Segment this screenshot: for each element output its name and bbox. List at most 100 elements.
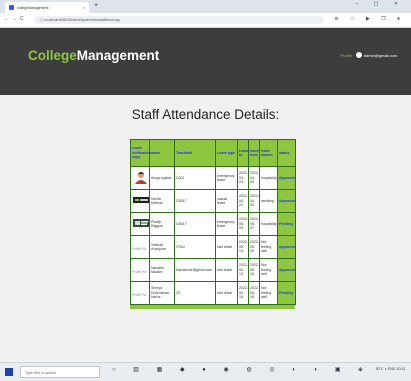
broken-image-icon[interactable]: ▫ Profile Pic: [132, 243, 148, 251]
leave-from-cell: 2022-04-30: [248, 189, 260, 213]
leave-to-cell: 2022-04-21: [237, 189, 249, 213]
leave-type-cell: emergency leave: [215, 212, 238, 236]
document-image[interactable]: [132, 193, 150, 208]
staff-attendance-table: Leave Verification copy name TeacherId L…: [130, 139, 296, 305]
broken-image-alt: Profile Pic: [132, 247, 147, 251]
tab-favicon-icon: [9, 5, 14, 10]
url-text: localhost:8080/StudentSystem/viewstaffle…: [44, 18, 121, 22]
header-teacher-id: TeacherId: [174, 139, 216, 167]
avatar-image[interactable]: [132, 170, 150, 185]
table-row: Pradip Rajguru CB017 emergency leave 202…: [130, 212, 296, 236]
brand-logo[interactable]: CollegeManagement: [28, 48, 159, 63]
leave-to-cell: 2022-05-15: [237, 281, 249, 305]
reload-icon[interactable]: C: [20, 16, 24, 22]
broken-image-icon[interactable]: ▫ Profile Pic: [132, 266, 148, 274]
teacher-id-cell: Namdevsir@gmail.com: [174, 258, 216, 282]
verification-cell: [130, 189, 150, 213]
header-name: name: [149, 139, 175, 167]
user-icon: [355, 52, 362, 58]
header-verification: Leave Verification copy: [130, 139, 151, 167]
browser-tab-strip: collegeManagement × + – ▢ ✕: [0, 0, 411, 13]
header-leave-to: Leave to: [237, 139, 249, 167]
os-taskbar: Type here to search ○ ▥ ▦ ◆ ● ◉ ◍ ◎ ◐ ◑ …: [0, 362, 411, 381]
header-leave-type: Leave type: [215, 139, 238, 167]
user-email: admin@gmail.com: [363, 52, 397, 58]
teacher-id-cell: CB017: [174, 189, 216, 213]
teacher-id-cell: 23: [174, 281, 216, 305]
page-title: Staff Attendance Details:: [131, 107, 280, 122]
broken-image-alt: Profile Pic: [132, 293, 147, 297]
table-row: ▫ Profile Pic Vaishali Anaspure IT002 sic…: [130, 235, 296, 259]
app-header: CollegeManagement Profile admin@gmail.co…: [0, 28, 411, 95]
status-badge: Pending: [277, 212, 296, 236]
status-badge: Approved: [277, 235, 296, 259]
leave-reason-cell: Not feeling well: [259, 258, 278, 282]
leave-from-cell: 2022-05-16: [248, 281, 260, 305]
leave-reason-cell: wedding: [259, 189, 278, 213]
table-row: ▫ Profile Pic Shreya Dharmaram Narhe 23 s…: [130, 281, 296, 305]
leave-from-cell: 2022-05-26: [248, 235, 260, 259]
verification-cell: ▫ Profile Pic: [130, 258, 150, 282]
address-bar-row: ← → C ⓘ localhost:8080/StudentSystem/vie…: [0, 13, 411, 28]
card-image[interactable]: [132, 216, 150, 231]
verification-cell: ▫ Profile Pic: [130, 235, 150, 259]
verification-cell: [130, 212, 150, 236]
teacher-id-cell: CB017: [174, 212, 216, 236]
forward-icon[interactable]: →: [12, 16, 17, 22]
teacher-id-cell: IT002: [174, 235, 216, 259]
leave-reason-cell: Not feeling well: [259, 235, 278, 259]
leave-to-cell: 2022-05-13: [237, 235, 249, 259]
broken-image-alt: Profile Pic: [132, 270, 147, 274]
verification-cell: ▫ Profile Pic: [130, 281, 150, 305]
status-badge: Pending: [277, 281, 296, 305]
main-content: Staff Attendance Details: Leave Verifica…: [0, 95, 411, 362]
browser-tab[interactable]: collegeManagement ×: [5, 2, 89, 13]
leave-reason-cell: hospitality: [259, 166, 278, 190]
staff-attendance-table-wrapper: Leave Verification copy name TeacherId L…: [130, 139, 296, 309]
table-row: ▫ Profile Pic Namdev Nadare Namdevsir@gma…: [130, 258, 296, 282]
broken-image-icon[interactable]: ▫ Profile Pic: [132, 289, 148, 297]
table-row: Anuja zaykar C001 emergency leave 2022-0…: [130, 166, 296, 190]
tab-title: collegeManagement: [17, 5, 49, 10]
window-controls[interactable]: – ▢ ✕: [356, 1, 405, 7]
header-leave-reason: leave reason: [259, 139, 278, 167]
brand-part2: Management: [76, 48, 160, 63]
site-info-icon[interactable]: ⓘ: [40, 18, 44, 22]
status-badge: Approved: [277, 166, 296, 190]
name-cell: Pradip Rajguru: [149, 212, 175, 236]
leave-type-cell: emergency leave: [215, 166, 238, 190]
profile-link[interactable]: Profile: [340, 53, 351, 58]
name-cell: Namdev Nadare: [149, 258, 175, 282]
url-field[interactable]: ⓘ localhost:8080/StudentSystem/viewstaff…: [34, 16, 324, 24]
leave-reason-cell: Not feeling well: [259, 281, 278, 305]
name-cell: Kavita Mahore: [149, 189, 175, 213]
leave-type-cell: sick leave: [215, 235, 238, 259]
table-row: Kavita Mahore CB017 casual leave 2022-04…: [130, 189, 296, 213]
leave-to-cell: 2022-05-03: [237, 212, 249, 236]
taskbar-search-input[interactable]: Type here to search: [20, 366, 100, 378]
header-status: status: [277, 139, 296, 167]
header-leave-from: leave from: [248, 139, 260, 167]
name-cell: Shreya Dharmaram Narhe: [149, 281, 175, 305]
system-tray[interactable]: 30°C ∧ ENG 10:11: [376, 367, 405, 371]
status-badge: Approved: [277, 189, 296, 213]
status-badge: Approved: [277, 258, 296, 282]
taskbar-app-icons[interactable]: ○ ▥ ▦ ◆ ● ◉ ◍ ◎ ◐ ◑ ▣ ◈: [112, 366, 371, 373]
tab-close-icon[interactable]: ×: [83, 5, 85, 10]
extension-icons[interactable]: ⊘ ☆ ▶ ❐ ●: [334, 16, 405, 22]
name-cell: Anuja zaykar: [149, 166, 175, 190]
leave-from-cell: 2022-04-25: [248, 166, 260, 190]
leave-from-cell: 2022-05-16: [248, 258, 260, 282]
back-icon[interactable]: ←: [4, 16, 9, 22]
new-tab-button[interactable]: +: [94, 2, 98, 9]
verification-cell: [130, 166, 150, 190]
leave-type-cell: sick leave: [215, 281, 238, 305]
leave-to-cell: 2022-04-24: [237, 166, 249, 190]
leave-to-cell: 2022-05-13: [237, 258, 249, 282]
user-menu[interactable]: Profile admin@gmail.com: [340, 52, 397, 58]
leave-from-cell: 2022-05-07: [248, 212, 260, 236]
leave-type-cell: sick leave: [215, 258, 238, 282]
teacher-id-cell: C001: [174, 166, 216, 190]
leave-type-cell: casual leave: [215, 189, 238, 213]
windows-start-icon[interactable]: [5, 368, 13, 376]
